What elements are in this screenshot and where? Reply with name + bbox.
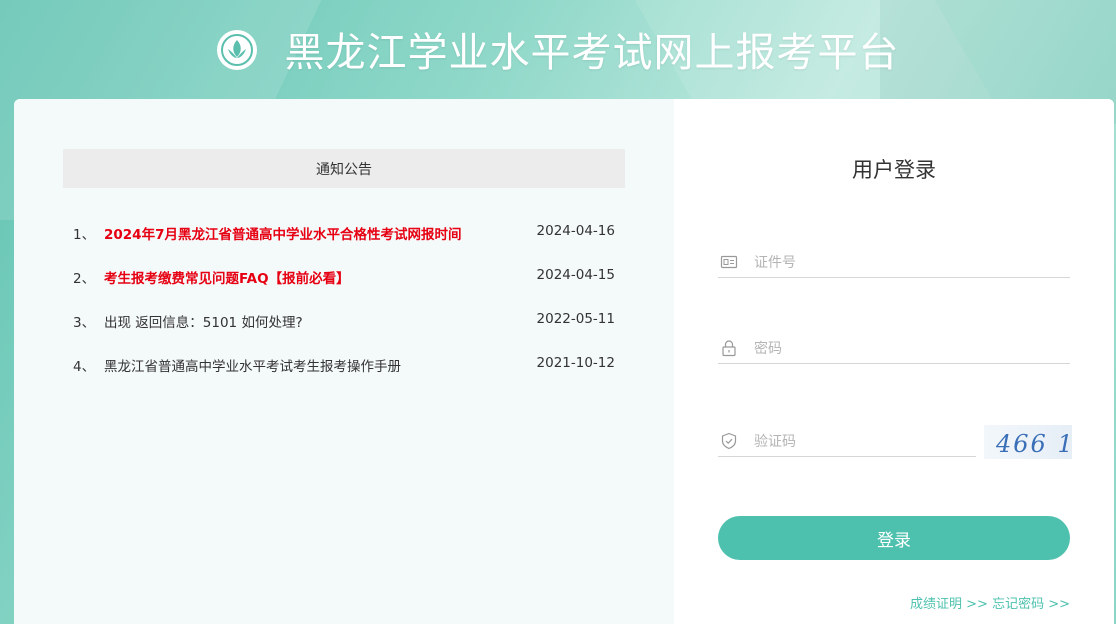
shield-check-icon — [721, 432, 737, 450]
login-section: 用户登录 466 12 — [674, 99, 1114, 624]
notice-list: 1、 2024年7月黑龙江省普通高中学业水平合格性考试网报时间 2024-04-… — [73, 217, 618, 393]
notice-link[interactable]: 考生报考缴费常见问题FAQ【报前必看】 — [104, 267, 350, 287]
notice-item[interactable]: 1、 2024年7月黑龙江省普通高中学业水平合格性考试网报时间 2024-04-… — [73, 217, 618, 261]
notice-index: 3、 — [73, 315, 96, 331]
notice-heading: 通知公告 — [63, 149, 625, 188]
notice-item[interactable]: 4、 黑龙江省普通高中学业水平考试考生报考操作手册 2021-10-12 — [73, 349, 618, 393]
lock-icon — [722, 340, 736, 357]
id-number-field — [718, 247, 1070, 278]
notice-item[interactable]: 3、 出现 返回信息：5101 如何处理? 2022-05-11 — [73, 305, 618, 349]
notice-link[interactable]: 2024年7月黑龙江省普通高中学业水平合格性考试网报时间 — [104, 223, 461, 243]
captcha-field — [718, 426, 976, 457]
captcha-image[interactable]: 466 12 — [984, 425, 1072, 459]
notice-date: 2024-04-15 — [536, 267, 615, 283]
login-title: 用户登录 — [852, 158, 936, 182]
page-title: 黑龙江学业水平考试网上报考平台 — [284, 30, 900, 76]
notice-index: 1、 — [73, 227, 96, 243]
notice-date: 2022-05-11 — [536, 311, 615, 327]
site-header: 黑龙江学业水平考试网上报考平台 — [0, 0, 1116, 98]
notice-index: 4、 — [73, 359, 96, 375]
password-field — [718, 333, 1070, 364]
notice-index: 2、 — [73, 271, 96, 287]
notice-item[interactable]: 2、 考生报考缴费常见问题FAQ【报前必看】 2024-04-15 — [73, 261, 618, 305]
password-input[interactable] — [752, 335, 1056, 363]
id-number-input[interactable] — [752, 249, 1056, 277]
footer-links: 成绩证明 >> 忘记密码 >> — [910, 593, 1070, 612]
notice-link[interactable]: 出现 返回信息：5101 如何处理? — [104, 311, 303, 331]
id-card-icon — [720, 255, 738, 269]
main-panel: 通知公告 1、 2024年7月黑龙江省普通高中学业水平合格性考试网报时间 202… — [14, 99, 1114, 624]
notice-date: 2024-04-16 — [536, 223, 615, 239]
notice-section: 通知公告 1、 2024年7月黑龙江省普通高中学业水平合格性考试网报时间 202… — [14, 99, 674, 624]
score-certificate-link[interactable]: 成绩证明 >> — [910, 597, 988, 612]
forgot-password-link[interactable]: 忘记密码 >> — [992, 597, 1070, 612]
captcha-input[interactable] — [752, 428, 966, 456]
notice-date: 2021-10-12 — [536, 355, 615, 371]
login-button[interactable]: 登录 — [718, 516, 1070, 560]
notice-link[interactable]: 黑龙江省普通高中学业水平考试考生报考操作手册 — [104, 355, 401, 375]
lotus-logo-icon — [216, 30, 257, 70]
captcha-code: 466 12 — [996, 430, 1072, 458]
